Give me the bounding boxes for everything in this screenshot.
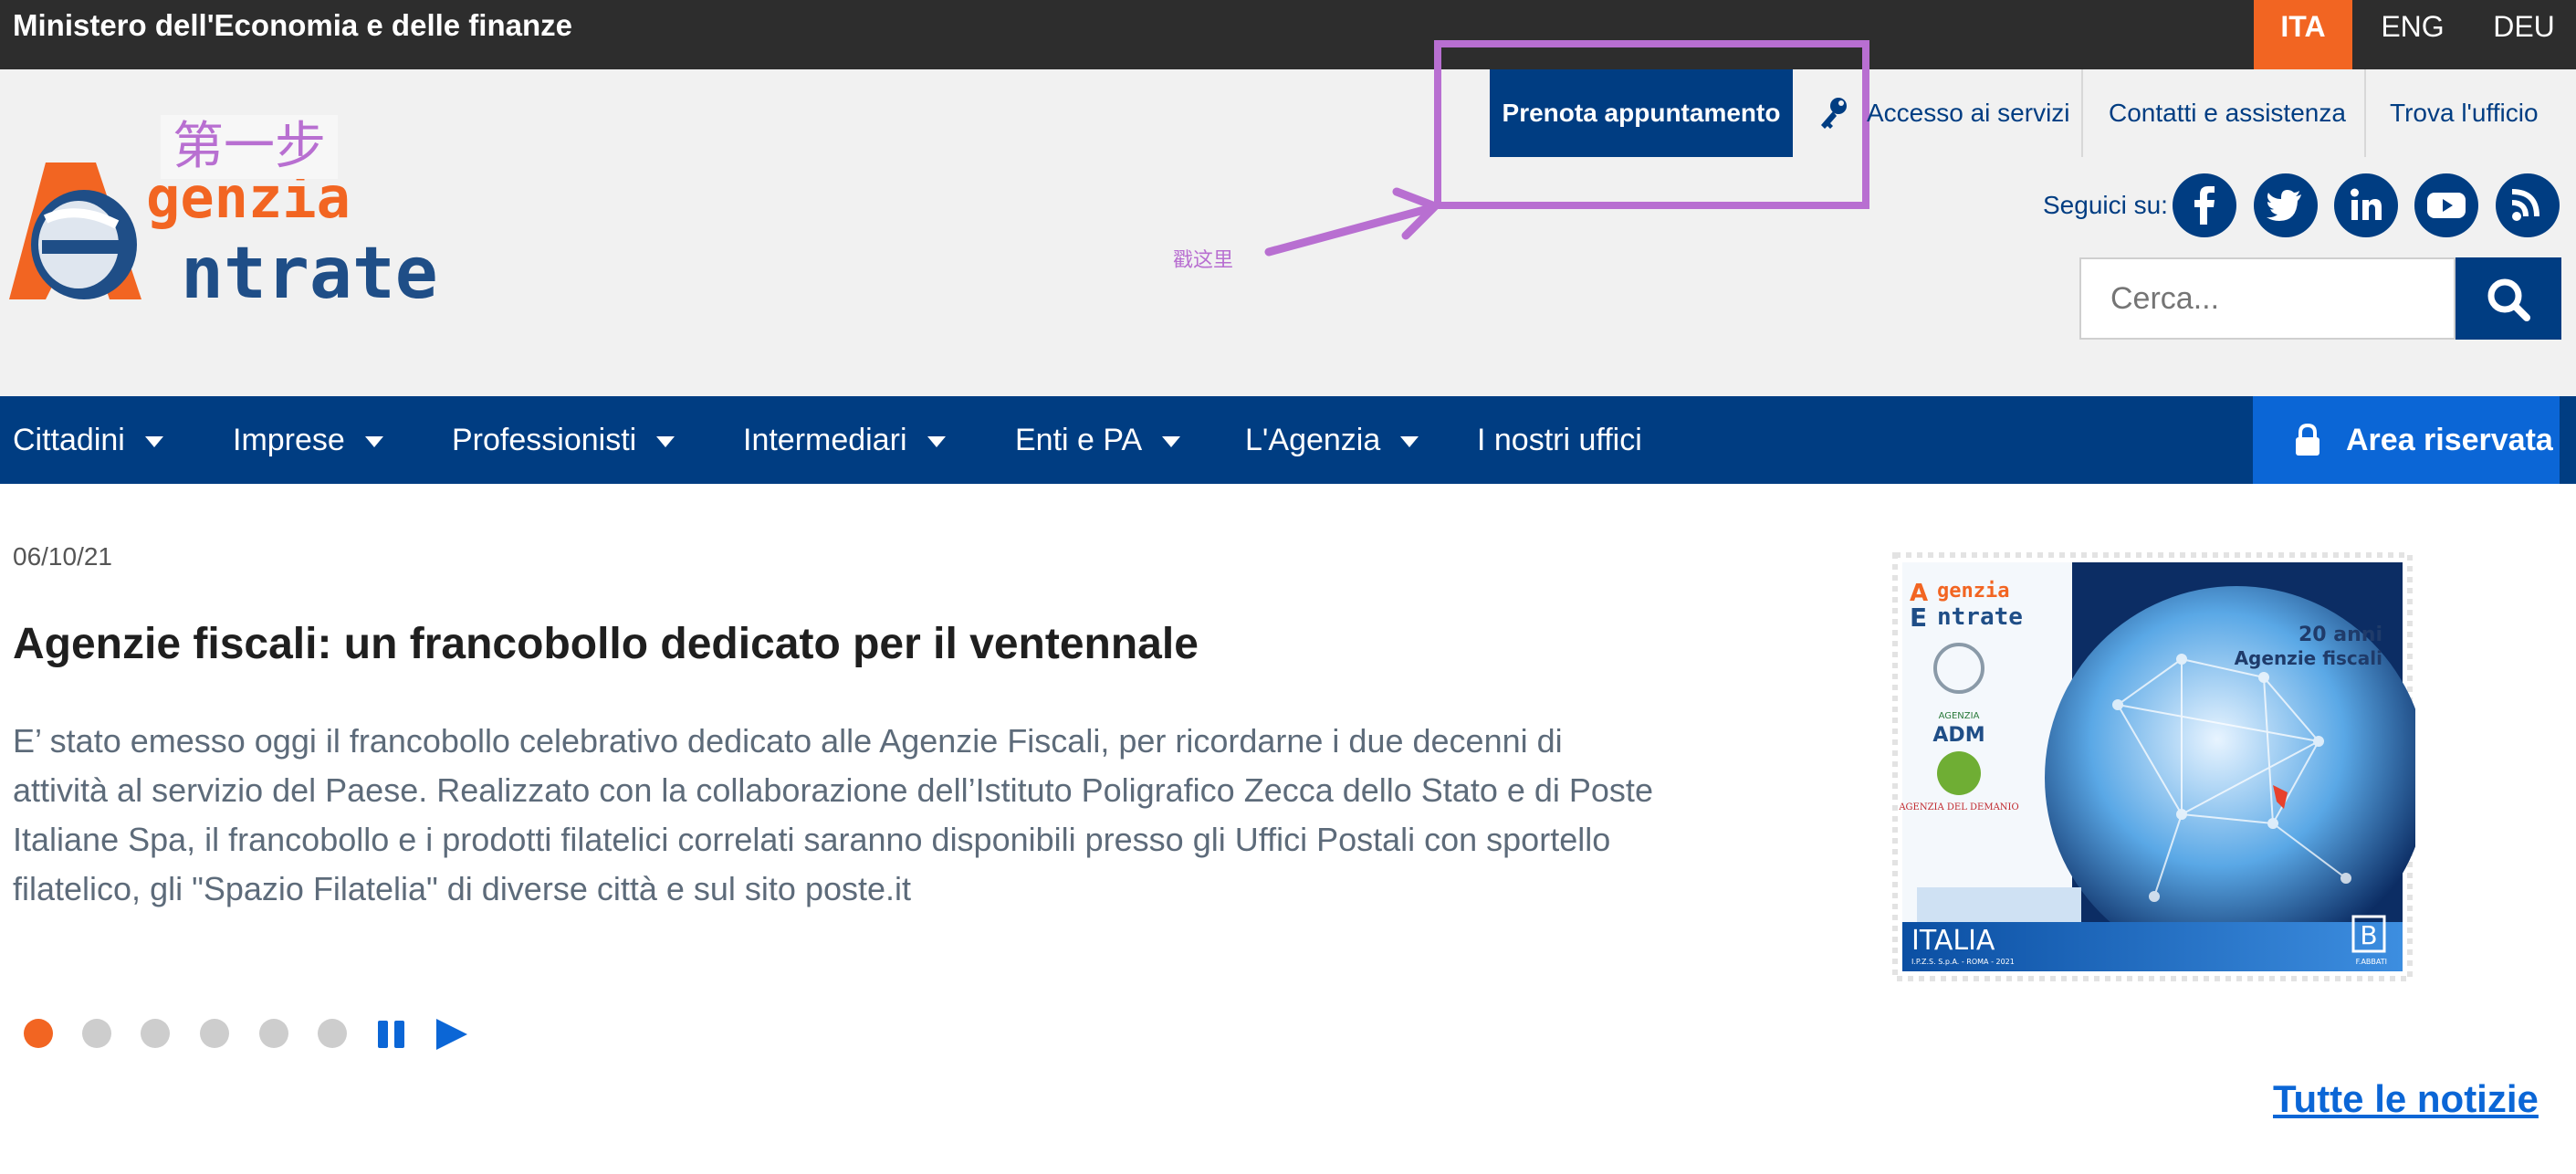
stamp-printer: I.P.Z.S. S.p.A. - ROMA - 2021 [1911,958,2015,966]
stamp-logo-line2: ntrate [1937,603,2023,631]
stamp-anniversary: 20 anni [2299,624,2382,646]
chevron-down-icon [144,436,163,448]
area-riservata-button[interactable]: Area riservata [2253,396,2560,484]
chevron-down-icon [1162,436,1181,448]
chevron-down-icon [927,436,946,448]
svg-text:E: E [1910,603,1927,633]
nav-item-cittadini[interactable]: Cittadini [13,396,163,484]
twitter-icon[interactable] [2254,173,2318,237]
accesso-servizi-link[interactable]: Accesso ai servizi [1867,69,2070,157]
stamp-agenzia-small: AGENZIA [1939,711,1980,721]
facebook-icon[interactable] [2173,173,2236,237]
carousel-dot[interactable] [200,1019,229,1048]
carousel-dot[interactable] [259,1019,288,1048]
tutte-le-notizie-link[interactable]: Tutte le notizie [2273,1077,2539,1121]
lang-deu[interactable]: DEU [2472,0,2576,69]
news-date: 06/10/21 [13,542,112,571]
linkedin-icon[interactable] [2334,173,2398,237]
search-input[interactable] [2079,257,2456,340]
seguici-label: Seguici su: [2043,191,2168,219]
carousel-dot[interactable] [141,1019,170,1048]
nav-item-intermediari[interactable]: Intermediari [743,396,946,484]
nav-item-enti-pa[interactable]: Enti e PA [1015,396,1181,484]
lock-icon [2296,424,2319,456]
search-icon [2487,278,2530,321]
key-icon [1821,98,1847,129]
prenota-appuntamento-button[interactable]: Prenota appuntamento [1490,69,1793,157]
nav-item-professionisti[interactable]: Professionisti [452,396,675,484]
stamp-logo-line1: genzia [1937,580,2009,603]
stamp-demanio: AGENZIA DEL DEMANIO [1898,802,2018,812]
chevron-down-icon [1400,436,1419,448]
stamp-adm: ADM [1932,724,1984,747]
stamp-subtitle: Agenzie fiscali [2235,647,2382,669]
divider [2364,69,2366,157]
trova-ufficio-link[interactable]: Trova l'ufficio [2390,69,2539,157]
annotation-step-label: 第一步 [161,115,338,179]
nav-item-imprese[interactable]: Imprese [233,396,383,484]
annotation-note: 戳这里 [1173,249,1234,272]
news-body: E’ stato emesso oggi il francobollo cele… [13,722,1653,907]
nav-item-nostri-uffici[interactable]: I nostri uffici [1477,396,1642,484]
logo-line2: ntrate [181,233,438,309]
search-button[interactable] [2456,257,2561,340]
carousel-dot[interactable] [82,1019,111,1048]
chevron-down-icon [656,436,675,448]
ministry-name: Ministero dell'Economia e delle finanze [13,8,572,42]
chevron-down-icon [364,436,383,448]
rss-icon[interactable] [2496,173,2560,237]
stamp-country: ITALIA [1911,925,1995,957]
youtube-icon[interactable] [2414,173,2478,237]
carousel-dot[interactable] [318,1019,347,1048]
nav-item-agenzia[interactable]: L'Agenzia [1245,396,1419,484]
carousel-dot-active[interactable] [24,1019,53,1048]
stamp-artist: F.ABBATI [2356,958,2387,966]
pause-icon[interactable] [376,1019,407,1050]
lang-ita[interactable]: ITA [2254,0,2352,69]
annotation-arrow-icon [1264,187,1440,257]
stamp-image[interactable]: A genzia E ntrate AGENZIA ADM AGENZIA DE… [1890,550,2415,984]
divider [2081,69,2083,157]
lang-eng[interactable]: ENG [2358,0,2467,69]
play-icon[interactable] [433,1017,469,1052]
stamp-value: B [2360,920,2377,950]
contatti-assistenza-link[interactable]: Contatti e assistenza [2109,69,2346,157]
news-title[interactable]: Agenzie fiscali: un francobollo dedicato… [13,619,1747,669]
